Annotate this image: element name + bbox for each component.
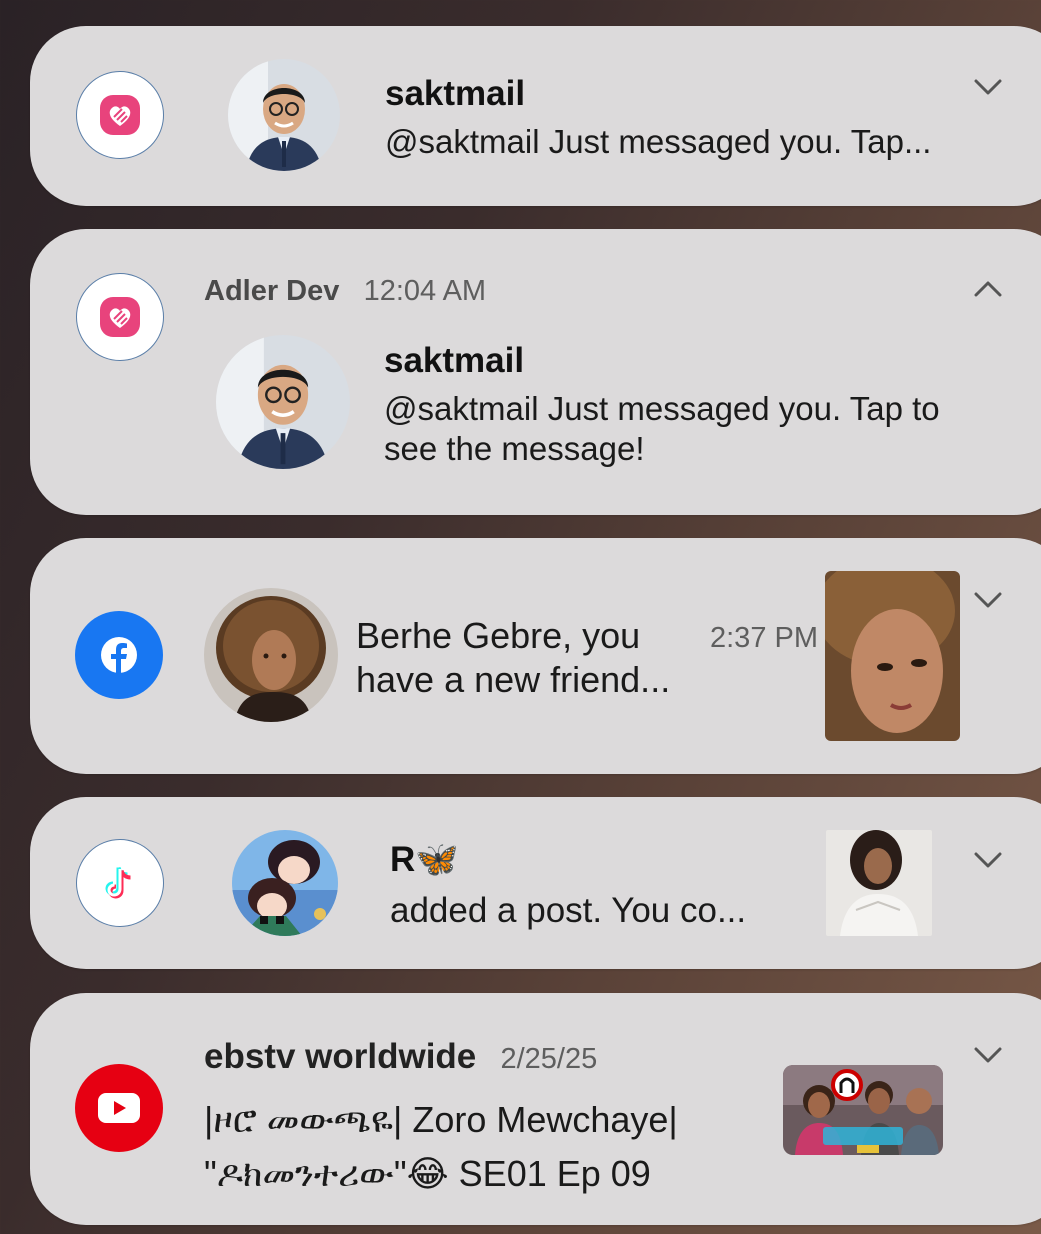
heart-chat-icon xyxy=(100,297,140,337)
heart-chat-icon xyxy=(100,95,140,135)
notification-header: ebstv worldwide 2/25/25 xyxy=(204,1037,597,1077)
notification-card-facebook[interactable]: Berhe Gebre, you have a new friend... 2:… xyxy=(30,538,1041,774)
avatar xyxy=(232,830,338,936)
notification-card-adler-expanded[interactable]: Adler Dev 12:04 AM saktmail @saktmail Ju… xyxy=(30,229,1041,515)
avatar xyxy=(228,59,340,171)
facebook-icon xyxy=(101,637,137,673)
notification-card-tiktok[interactable]: R🦋 added a post. You co... xyxy=(30,797,1041,969)
chevron-up-icon[interactable] xyxy=(974,280,1002,298)
adler-app-icon xyxy=(76,273,164,361)
tiktok-app-icon xyxy=(76,839,164,927)
notification-title: saktmail xyxy=(385,74,526,113)
app-name: Adler Dev xyxy=(204,275,340,307)
notification-card-adler-collapsed[interactable]: saktmail @saktmail Just messaged you. Ta… xyxy=(30,26,1041,206)
chevron-down-icon[interactable] xyxy=(974,78,1002,96)
chevron-down-icon[interactable] xyxy=(974,591,1002,609)
notification-image xyxy=(826,830,932,936)
notification-time: 2:37 PM xyxy=(710,622,818,654)
youtube-app-icon xyxy=(75,1064,163,1152)
chevron-down-icon[interactable] xyxy=(974,1046,1002,1064)
notification-card-youtube[interactable]: ebstv worldwide 2/25/25 |ዞሮ መውጫዬ| Zoro M… xyxy=(30,993,1041,1225)
notification-time: 2/25/25 xyxy=(500,1043,598,1075)
video-thumbnail xyxy=(783,1065,943,1155)
adler-app-icon xyxy=(76,71,164,159)
avatar xyxy=(216,335,350,469)
notification-body: @saktmail Just messaged you. Tap... xyxy=(385,123,932,160)
notification-header: Adler Dev 12:04 AM xyxy=(204,275,486,308)
notification-body: @saktmail Just messaged you. Tap to see … xyxy=(384,390,940,467)
notification-body: |ዞሮ መውጫዬ| Zoro Mewchaye| "ዶክመንተሪው"😂 SE01… xyxy=(204,1099,678,1194)
notification-body: Berhe Gebre, you have a new friend... xyxy=(356,615,671,700)
youtube-play-icon xyxy=(98,1093,140,1123)
avatar xyxy=(204,588,338,722)
notification-title: R🦋 xyxy=(390,840,459,879)
tiktok-icon xyxy=(105,866,131,899)
notification-time: 12:04 AM xyxy=(363,275,487,307)
facebook-app-icon xyxy=(75,611,163,699)
chevron-down-icon[interactable] xyxy=(974,851,1002,869)
notification-image xyxy=(825,571,960,741)
channel-name: ebstv worldwide xyxy=(204,1037,477,1076)
notification-body: added a post. You co... xyxy=(390,891,747,930)
notification-title: saktmail xyxy=(384,341,525,380)
